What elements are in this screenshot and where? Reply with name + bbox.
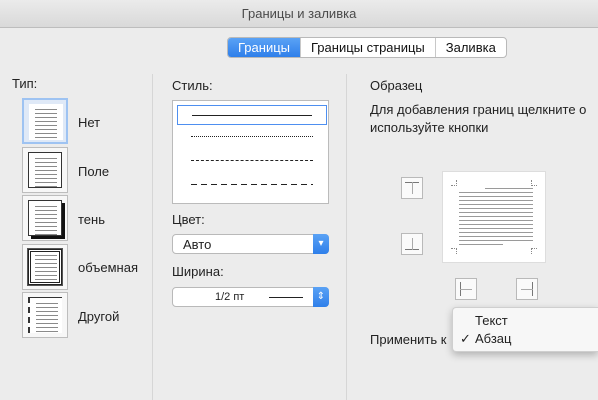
style-solid-option[interactable] bbox=[177, 105, 327, 125]
checkmark-icon: ✓ bbox=[460, 331, 471, 346]
type-custom-label: Другой bbox=[78, 309, 120, 324]
right-border-button[interactable] bbox=[516, 278, 538, 300]
preview-label: Образец bbox=[370, 78, 423, 93]
column-separator bbox=[152, 74, 153, 400]
tab-page-borders[interactable]: Границы страницы bbox=[300, 38, 435, 57]
chevron-down-icon: ▾ bbox=[313, 234, 329, 254]
type-none-button[interactable] bbox=[22, 98, 68, 144]
type-shadow-button[interactable] bbox=[22, 195, 68, 241]
type-3d-button[interactable] bbox=[22, 244, 68, 290]
type-shadow-label: тень bbox=[78, 212, 105, 227]
type-label: Тип: bbox=[12, 76, 38, 91]
type-3d-label: объемная bbox=[78, 260, 138, 275]
style-dotted-option[interactable] bbox=[177, 127, 327, 147]
3d-border-icon bbox=[27, 248, 63, 286]
width-select[interactable]: 1/2 пт ⇕ bbox=[172, 287, 329, 307]
color-select[interactable]: Авто ▾ bbox=[172, 234, 329, 254]
custom-border-icon bbox=[28, 297, 62, 333]
width-label: Ширина: bbox=[172, 264, 224, 279]
style-long-dashed-option[interactable] bbox=[177, 175, 327, 195]
left-border-button[interactable] bbox=[455, 278, 477, 300]
top-border-button[interactable] bbox=[401, 177, 423, 199]
type-custom-button[interactable] bbox=[22, 292, 68, 338]
stepper-icon: ⇕ bbox=[313, 287, 329, 307]
width-line-sample bbox=[269, 297, 303, 298]
preview-hint: Для добавления границ щелкните о использ… bbox=[370, 102, 587, 135]
type-box-label: Поле bbox=[78, 164, 110, 179]
tab-shading[interactable]: Заливка bbox=[434, 38, 506, 57]
title-bar: Границы и заливка bbox=[0, 0, 598, 28]
style-dashed-option[interactable] bbox=[177, 151, 327, 171]
no-border-icon bbox=[29, 104, 63, 140]
style-list[interactable] bbox=[172, 100, 329, 204]
menu-item-paragraph[interactable]: ✓ Абзац bbox=[453, 331, 598, 349]
tab-bar: Границы Границы страницы Заливка bbox=[227, 37, 507, 58]
tab-borders[interactable]: Границы bbox=[228, 38, 300, 57]
column-separator bbox=[346, 74, 347, 400]
color-label: Цвет: bbox=[172, 212, 205, 227]
window-title: Границы и заливка bbox=[241, 6, 357, 21]
apply-to-menu: Текст ✓ Абзац bbox=[452, 307, 598, 352]
menu-item-text[interactable]: Текст bbox=[453, 313, 598, 331]
type-box-button[interactable] bbox=[22, 147, 68, 193]
bottom-border-button[interactable] bbox=[401, 233, 423, 255]
style-label: Стиль: bbox=[172, 78, 213, 93]
apply-label: Применить к bbox=[370, 332, 447, 347]
preview-text-lines bbox=[459, 188, 533, 248]
color-value: Авто bbox=[183, 237, 212, 252]
width-value: 1/2 пт bbox=[215, 291, 245, 303]
box-border-icon bbox=[28, 152, 62, 188]
preview-page[interactable] bbox=[442, 171, 546, 263]
type-none-label: Нет bbox=[78, 115, 101, 130]
shadow-border-icon bbox=[28, 200, 62, 236]
